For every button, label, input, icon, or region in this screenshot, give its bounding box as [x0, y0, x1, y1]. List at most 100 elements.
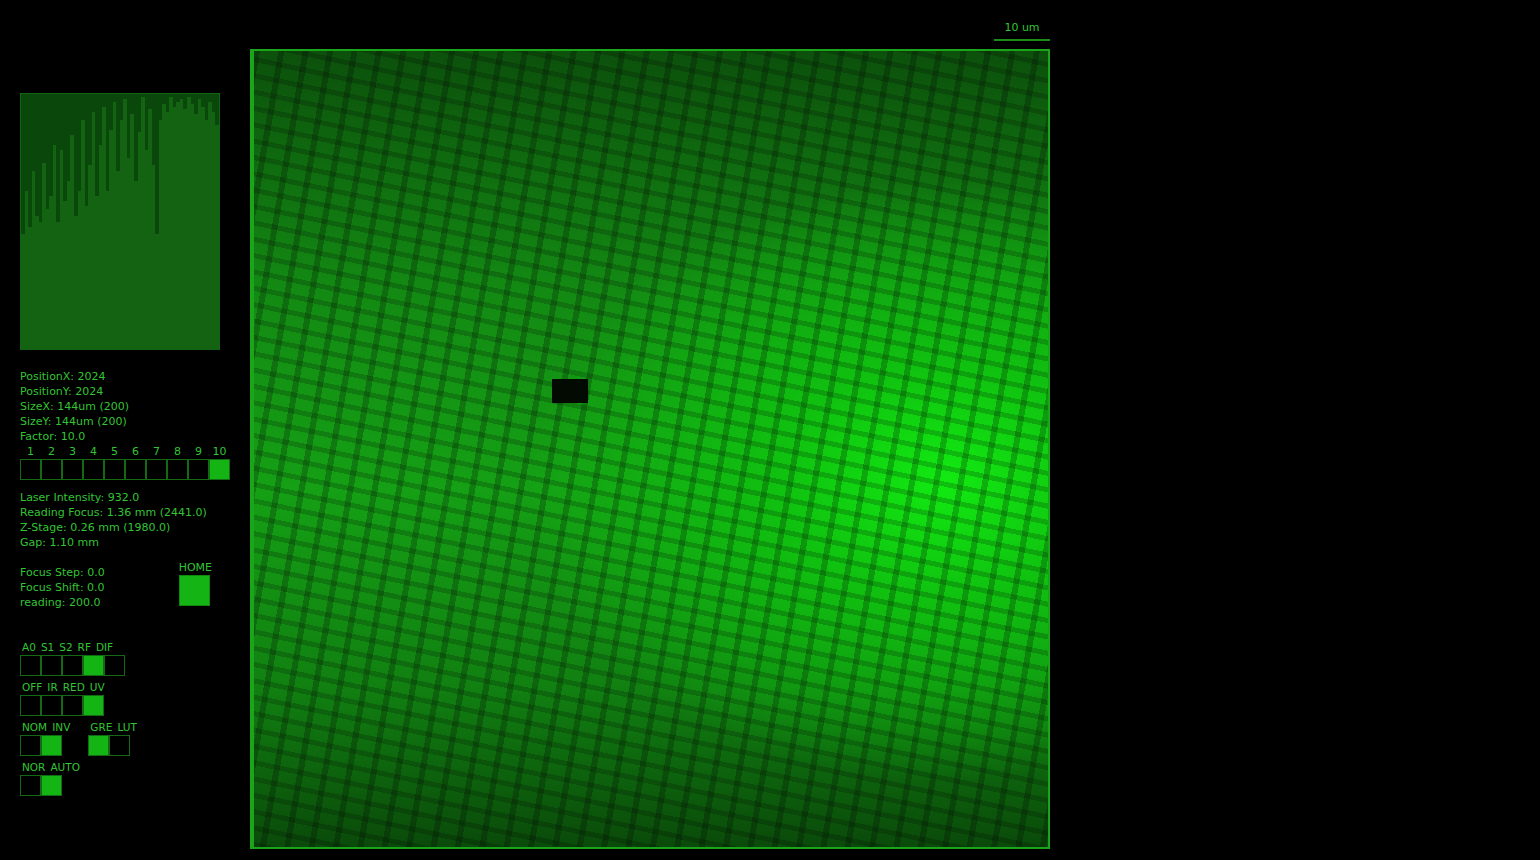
- mode-controls: A0S1S2RFDIFOFFIRREDUVNOMINVGRELUTNORAUTO: [20, 640, 232, 796]
- factor-label: 7: [146, 444, 167, 459]
- factor-button[interactable]: [20, 459, 41, 480]
- factor-label: 3: [62, 444, 83, 459]
- toggle-label: S1: [41, 640, 54, 655]
- dark-spot: [552, 379, 588, 403]
- control-row: A0S1S2RFDIF: [20, 640, 232, 676]
- scale-bar: 10 um: [994, 21, 1050, 41]
- toggle-button[interactable]: [88, 735, 109, 756]
- toggle-button[interactable]: [20, 775, 41, 796]
- toggle-labels: GRELUT: [88, 720, 137, 735]
- toggle-labels: NOR AUTO: [20, 760, 80, 775]
- scale-line: [994, 39, 1050, 41]
- info-line: PositionX: 2024: [20, 369, 232, 384]
- toggle-button[interactable]: [83, 655, 104, 676]
- focus-line: Focus Shift: 0.0: [20, 580, 105, 595]
- factor-label: 5: [104, 444, 125, 459]
- focus-row: Focus Step: 0.0Focus Shift: 0.0reading: …: [20, 565, 232, 610]
- toggle-group: OFF IR RED UV: [20, 680, 105, 716]
- scale-bar-row: 10 um: [250, 0, 1050, 49]
- factor-button[interactable]: [125, 459, 146, 480]
- toggle-label: NOM: [22, 720, 47, 735]
- control-row: NOR AUTO: [20, 760, 232, 796]
- toggle-button[interactable]: [20, 655, 41, 676]
- control-row: OFF IR RED UV: [20, 680, 232, 716]
- scan-image[interactable]: [250, 49, 1050, 849]
- focus-line: Focus Step: 0.0: [20, 565, 105, 580]
- factor-number: 3: [69, 444, 76, 459]
- toggle-labels: OFF IR RED UV: [20, 680, 105, 695]
- toggle-label: S2: [59, 640, 72, 655]
- factor-number: 1: [27, 444, 34, 459]
- histogram-bar: [215, 125, 219, 349]
- toggle-label: AUTO: [50, 760, 80, 775]
- factor-labels: 123456789 10: [20, 444, 232, 459]
- factor-button[interactable]: [83, 459, 104, 480]
- toggle-label: DIF: [96, 640, 113, 655]
- toggle-group: NOR AUTO: [20, 760, 80, 796]
- info-line: PositionY: 2024: [20, 384, 232, 399]
- toggle-label: A0: [22, 640, 36, 655]
- toggle-button[interactable]: [104, 655, 125, 676]
- toggle-button[interactable]: [83, 695, 104, 716]
- toggle-button[interactable]: [41, 695, 62, 716]
- toggle-label: UV: [90, 680, 105, 695]
- control-panel: PositionX: 2024PositionY: 2024SizeX: 144…: [20, 0, 232, 849]
- toggle-group: GRELUT: [88, 720, 137, 756]
- focus-line: reading: 200.0: [20, 595, 105, 610]
- laser-line: Reading Focus: 1.36 mm (2441.0): [20, 505, 232, 520]
- focus-info: Focus Step: 0.0Focus Shift: 0.0reading: …: [20, 565, 105, 610]
- toggle-group: NOM INV: [20, 720, 70, 756]
- laser-info: Laser Intensity: 932.0Reading Focus: 1.3…: [20, 490, 232, 550]
- factor-button[interactable]: [146, 459, 167, 480]
- toggle-boxes: [20, 735, 70, 756]
- factor-number: 6: [132, 444, 139, 459]
- laser-line: Z-Stage: 0.26 mm (1980.0): [20, 520, 232, 535]
- toggle-label: INV: [52, 720, 70, 735]
- factor-number: 9: [195, 444, 202, 459]
- toggle-label: RED: [63, 680, 85, 695]
- laser-line: Laser Intensity: 932.0: [20, 490, 232, 505]
- factor-label: 6: [125, 444, 146, 459]
- toggle-label: OFF: [22, 680, 42, 695]
- toggle-button[interactable]: [62, 655, 83, 676]
- home-button[interactable]: [179, 575, 210, 606]
- info-line: SizeY: 144um (200): [20, 414, 232, 429]
- toggle-button[interactable]: [41, 655, 62, 676]
- factor-number: 4: [90, 444, 97, 459]
- toggle-boxes: [20, 775, 80, 796]
- toggle-button[interactable]: [41, 735, 62, 756]
- factor-button[interactable]: [188, 459, 209, 480]
- scan-area: 10 um: [250, 0, 1050, 849]
- toggle-boxes: [20, 655, 125, 676]
- toggle-button[interactable]: [109, 735, 130, 756]
- factor-label: 8: [167, 444, 188, 459]
- factor-button[interactable]: [209, 459, 230, 480]
- toggle-button[interactable]: [62, 695, 83, 716]
- toggle-button[interactable]: [41, 775, 62, 796]
- factor-button[interactable]: [62, 459, 83, 480]
- toggle-label: NOR: [22, 760, 45, 775]
- info-line: Factor: 10.0: [20, 429, 232, 444]
- toggle-button[interactable]: [20, 695, 41, 716]
- factor-button[interactable]: [167, 459, 188, 480]
- toggle-boxes: [20, 695, 105, 716]
- info-lines: PositionX: 2024PositionY: 2024SizeX: 144…: [20, 369, 232, 444]
- toggle-labels: NOM INV: [20, 720, 70, 735]
- laser-line: Gap: 1.10 mm: [20, 535, 232, 550]
- factor-button[interactable]: [104, 459, 125, 480]
- factor-number: 10: [213, 444, 227, 459]
- factor-label: 4: [83, 444, 104, 459]
- factor-number: 2: [48, 444, 55, 459]
- toggle-label: GRE: [90, 720, 112, 735]
- control-row: NOM INV GRELUT: [20, 720, 232, 756]
- toggle-labels: A0S1S2RFDIF: [20, 640, 125, 655]
- factor-label: 1: [20, 444, 41, 459]
- toggle-label: IR: [47, 680, 57, 695]
- factor-button[interactable]: [41, 459, 62, 480]
- factor-label: 10: [209, 444, 230, 459]
- home-label: HOME: [179, 560, 212, 575]
- toggle-button[interactable]: [20, 735, 41, 756]
- info-line: SizeX: 144um (200): [20, 399, 232, 414]
- home-control: HOME: [179, 560, 212, 610]
- app: PositionX: 2024PositionY: 2024SizeX: 144…: [0, 0, 1540, 849]
